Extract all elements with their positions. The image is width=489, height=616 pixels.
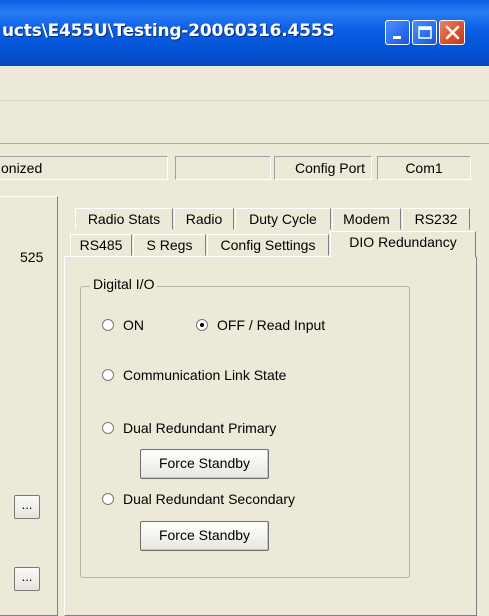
radio-off-read-input-label: OFF / Read Input <box>217 317 326 333</box>
tab-dio-redundancy[interactable]: DIO Redundancy <box>330 231 476 257</box>
tab-duty-cycle[interactable]: Duty Cycle <box>235 208 331 230</box>
status-field-port-label: Config Port <box>274 156 372 180</box>
minimize-icon <box>393 36 401 39</box>
tab-radio[interactable]: Radio <box>174 208 234 230</box>
radio-dual-redundant-secondary-indicator <box>102 493 114 505</box>
tab-modem[interactable]: Modem <box>332 208 401 230</box>
radio-on-label: ON <box>123 317 144 333</box>
radio-communication-link-state[interactable]: Communication Link State <box>102 367 286 383</box>
radio-communication-link-state-indicator <box>102 369 114 381</box>
status-bar: onized Config Port Com1 <box>0 152 489 186</box>
tab-rs485[interactable]: RS485 <box>70 234 132 256</box>
tab-radio-stats[interactable]: Radio Stats <box>75 208 173 230</box>
close-button[interactable] <box>439 20 465 45</box>
radio-off-read-input-indicator <box>196 319 208 331</box>
minimize-button[interactable] <box>385 20 410 45</box>
radio-on-indicator <box>102 319 114 331</box>
radio-communication-link-state-label: Communication Link State <box>123 367 287 383</box>
force-standby-primary-button[interactable]: Force Standby <box>140 449 269 479</box>
maximize-button[interactable] <box>412 20 437 45</box>
menu-bar <box>0 66 489 101</box>
force-standby-secondary-button[interactable]: Force Standby <box>140 521 269 551</box>
radio-dual-redundant-primary-indicator <box>102 422 114 434</box>
browse-button-2[interactable]: ... <box>14 567 40 591</box>
radio-dual-redundant-secondary[interactable]: Dual Redundant Secondary <box>102 491 295 507</box>
tab-s-regs[interactable]: S Regs <box>133 234 206 256</box>
title-bar: ucts\E455U\Testing-20060316.455S <box>0 0 489 66</box>
radio-off-read-input[interactable]: OFF / Read Input <box>196 317 325 333</box>
toolbar <box>0 101 489 144</box>
tab-rs232[interactable]: RS232 <box>402 208 470 230</box>
status-field-port-value: Com1 <box>377 156 471 180</box>
radio-dual-redundant-secondary-label: Dual Redundant Secondary <box>123 491 296 507</box>
tab-config-settings[interactable]: Config Settings <box>207 234 329 256</box>
status-field-empty <box>175 156 271 180</box>
radio-dual-redundant-primary-label: Dual Redundant Primary <box>123 420 277 436</box>
radio-on[interactable]: ON <box>102 317 144 333</box>
browse-button-1[interactable]: ... <box>14 495 40 519</box>
window-title: ucts\E455U\Testing-20060316.455S <box>2 21 335 41</box>
maximize-icon <box>418 26 432 39</box>
status-field-connection: onized <box>0 156 168 180</box>
digital-io-group-title: Digital I/O <box>90 276 158 292</box>
close-icon <box>445 25 460 40</box>
left-panel-value: 525 <box>20 249 44 265</box>
radio-dual-redundant-primary[interactable]: Dual Redundant Primary <box>102 420 276 436</box>
